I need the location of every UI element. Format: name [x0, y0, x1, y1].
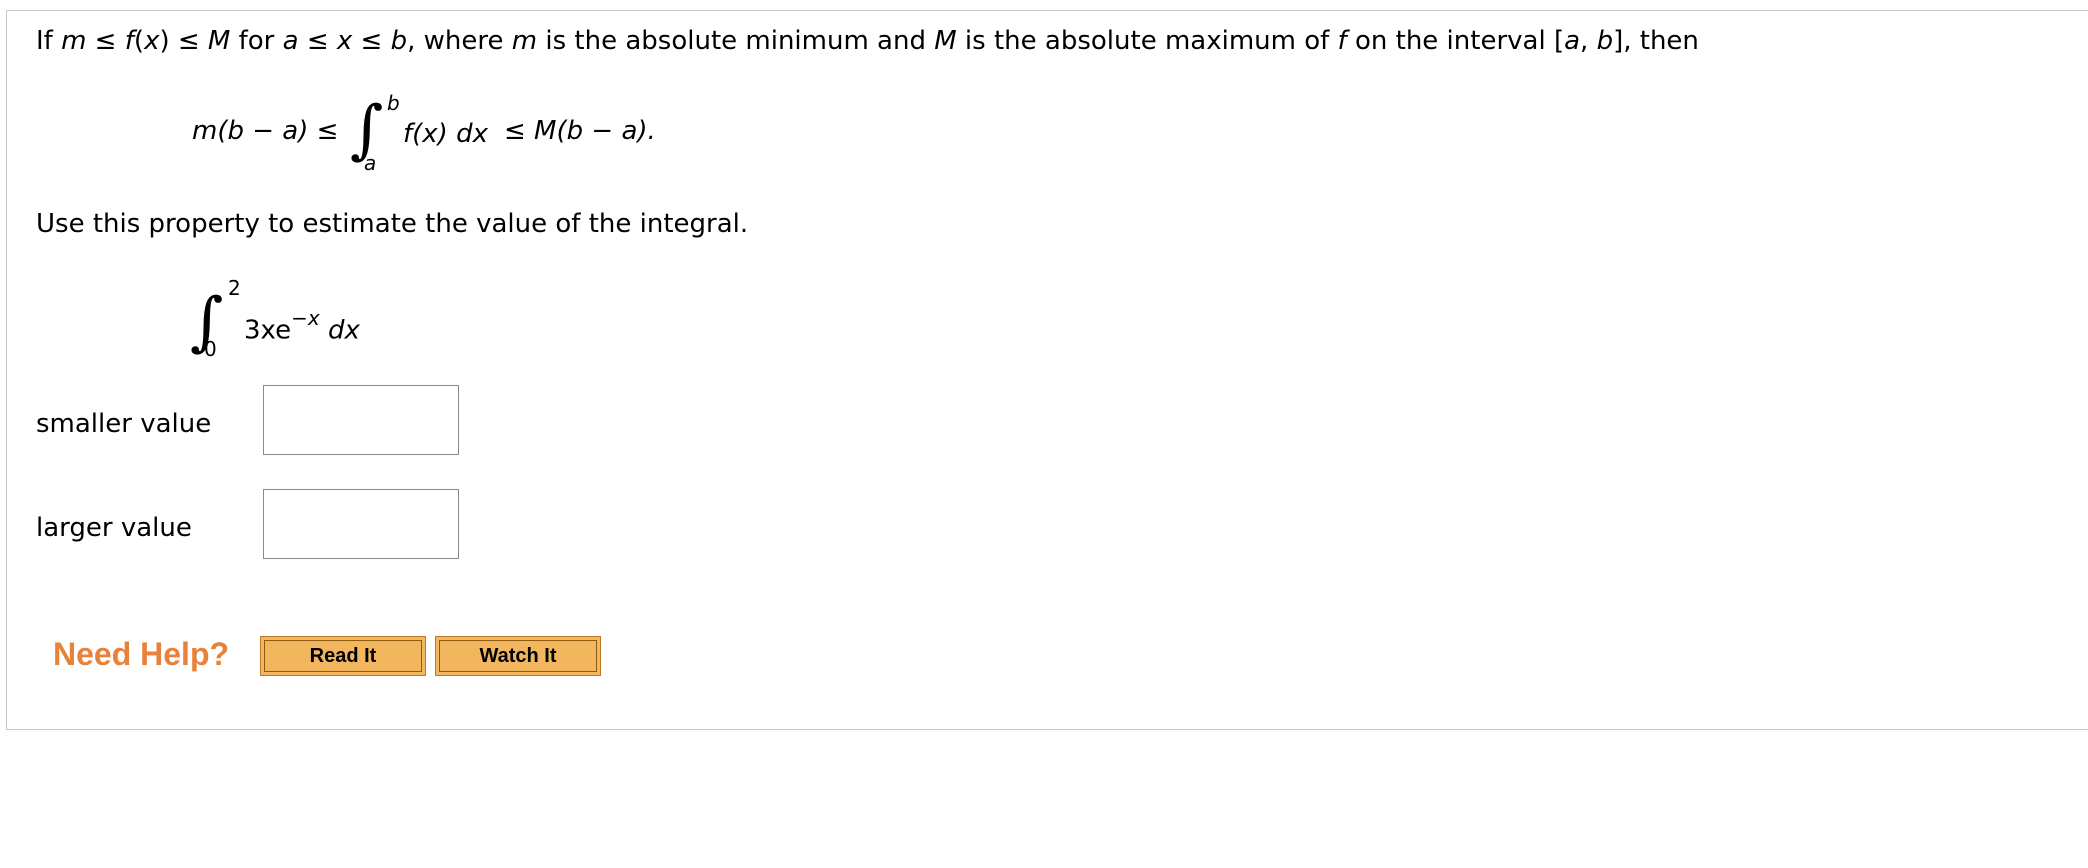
read-it-label: Read It — [264, 640, 422, 672]
property-lower-limit: a — [364, 151, 377, 175]
need-help-label: Need Help? — [53, 636, 230, 672]
property-integrand: f(x) dx — [403, 119, 488, 149]
problem-integrand: 3xe−x dx — [244, 306, 360, 346]
read-it-button[interactable]: Read It — [260, 636, 426, 676]
property-right: ≤ M(b − a). — [504, 116, 656, 146]
instruction-text: Use this property to estimate the value … — [36, 209, 749, 239]
watch-it-label: Watch It — [439, 640, 597, 672]
property-left: m(b − a) ≤ — [192, 116, 339, 146]
problem-upper-limit: 2 — [228, 276, 241, 300]
larger-value-label: larger value — [36, 513, 192, 543]
smaller-value-label: smaller value — [36, 409, 212, 439]
property-upper-limit: b — [387, 91, 400, 115]
watch-it-button[interactable]: Watch It — [435, 636, 601, 676]
intro-text: If m ≤ f(x) ≤ M for a ≤ x ≤ b, where m i… — [36, 26, 1699, 56]
smaller-value-input[interactable] — [263, 385, 459, 455]
problem-lower-limit: 0 — [204, 337, 217, 361]
larger-value-input[interactable] — [263, 489, 459, 559]
